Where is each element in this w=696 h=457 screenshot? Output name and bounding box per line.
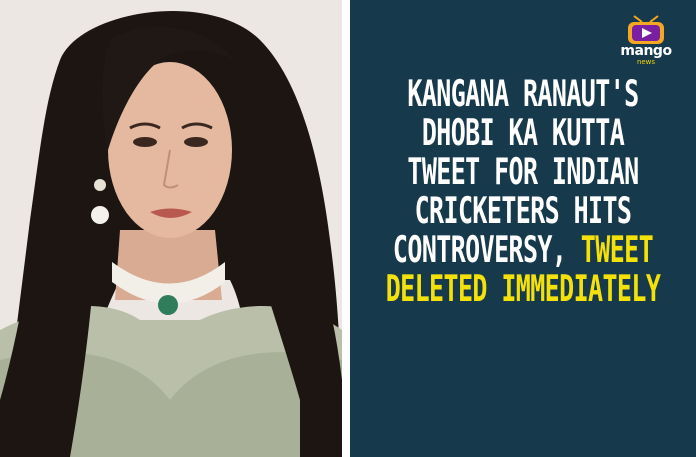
brand-wordmark: mango (620, 43, 672, 59)
brand-logo: mango news (606, 8, 686, 68)
headline: KANGANA RANAUT'S DHOBI KA KUTTA TWEET FO… (358, 72, 688, 309)
divider (342, 0, 350, 457)
headline-panel: mango news KANGANA RANAUT'S DHOBI KA KUT… (350, 0, 696, 457)
headline-line-6: DELETED IMMEDIATELY (385, 267, 661, 310)
portrait-photo (0, 0, 342, 457)
news-thumbnail: mango news KANGANA RANAUT'S DHOBI KA KUT… (0, 0, 696, 457)
portrait-illustration (0, 0, 342, 457)
